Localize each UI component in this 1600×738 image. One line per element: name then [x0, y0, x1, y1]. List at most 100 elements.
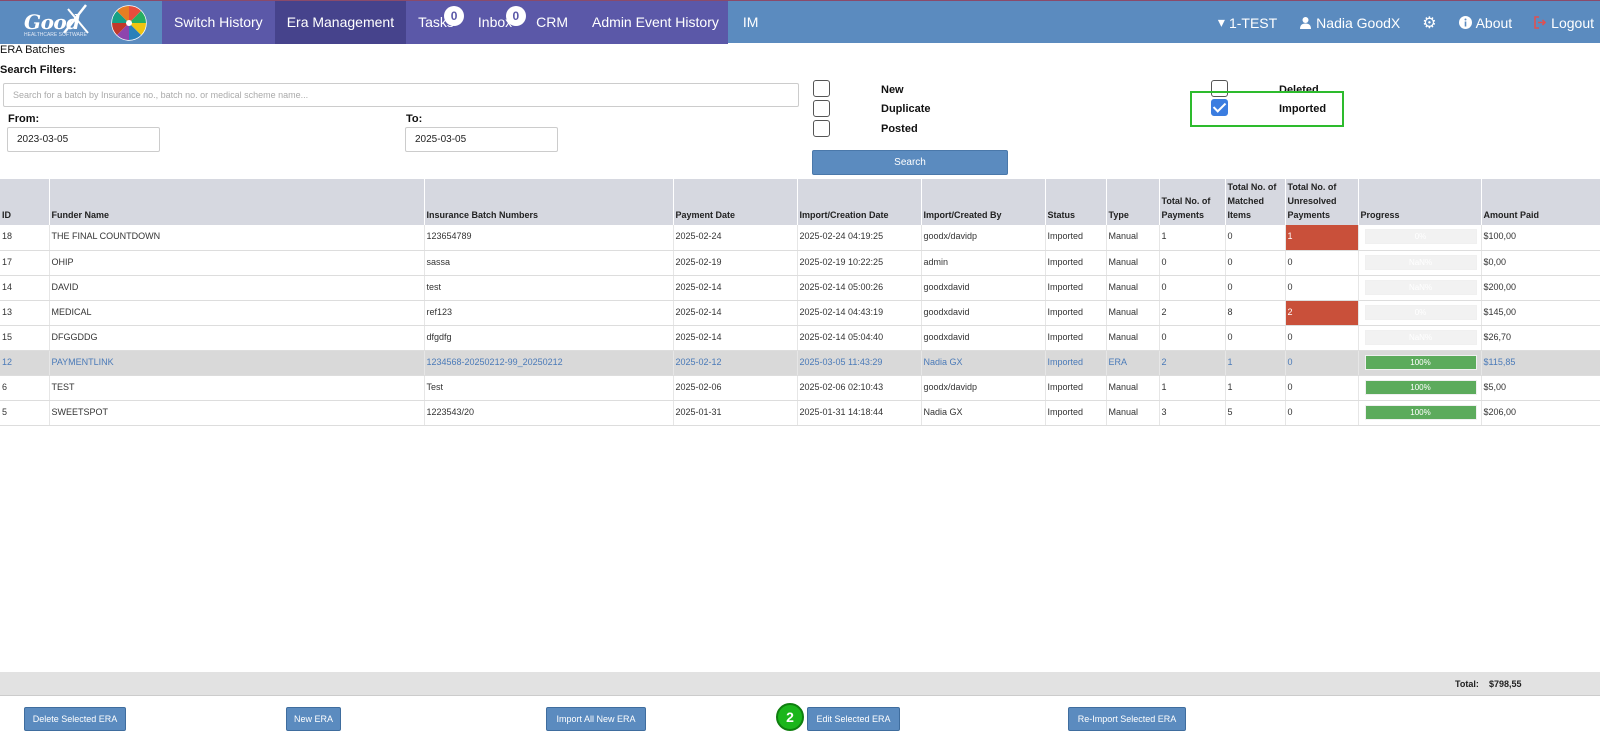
cell-matched: 0: [1225, 275, 1286, 301]
col-header[interactable]: ID: [0, 179, 50, 225]
cell-status: Imported: [1045, 275, 1107, 301]
table-row[interactable]: 12 PAYMENTLINK 1234568-20250212-99_2025021…: [0, 350, 1600, 376]
user-menu[interactable]: Nadia GoodX: [1299, 15, 1400, 31]
cell-created: 2025-02-14 05:04:40: [797, 325, 922, 351]
col-header[interactable]: Insurance Batch Numbers: [424, 179, 674, 225]
cell-matched: 5: [1225, 400, 1286, 426]
about-link[interactable]: About: [1458, 15, 1512, 31]
nav-label: Switch History: [174, 14, 263, 30]
cell-progress: NaN%: [1358, 250, 1482, 276]
gear-icon: ⚙: [1422, 14, 1437, 32]
col-header[interactable]: Import/Created By: [921, 179, 1046, 225]
logout-link[interactable]: Logout: [1534, 15, 1594, 31]
to-label: To:: [406, 113, 423, 125]
nav-inbox[interactable]: Inbox 0: [466, 1, 526, 44]
cell-matched: 0: [1225, 250, 1286, 276]
nav-label: IM: [742, 14, 759, 30]
cell-funder: PAYMENTLINK: [49, 350, 425, 376]
cell-amount: $5,00: [1481, 375, 1600, 401]
cell-progress: 100%: [1358, 400, 1482, 426]
cell-batch: 123654789: [424, 225, 674, 251]
top-navbar: Good HEALTHCARE SOFTWARE Switch History …: [0, 0, 1600, 44]
user-name: Nadia GoodX: [1316, 14, 1401, 31]
cell-unresolved: 0: [1285, 275, 1359, 301]
cell-created: 2025-02-14 04:43:19: [797, 300, 922, 326]
cell-payment-date: 2025-02-06: [673, 375, 798, 401]
progress-bar: 0%: [1364, 304, 1477, 320]
nav-crm[interactable]: CRM: [524, 1, 580, 44]
delete-selected-era-button[interactable]: Delete Selected ERA: [24, 707, 126, 731]
nav-admin-event-history[interactable]: Admin Event History: [580, 1, 731, 44]
col-header[interactable]: Total No. of Matched Items: [1225, 179, 1286, 225]
duplicate-checkbox[interactable]: [813, 100, 830, 117]
info-icon: [1458, 16, 1472, 29]
table-row[interactable]: 17 OHIP sassa 2025-02-19 2025-02-19 10:22:25…: [0, 250, 1600, 276]
col-header[interactable]: Status: [1045, 179, 1107, 225]
cell-id: 14: [0, 275, 50, 301]
progress-label: 100%: [1410, 382, 1431, 392]
table-row[interactable]: 15 DFGGDDG dfgdfg 2025-02-14 2025-02-14 05:0…: [0, 325, 1600, 351]
import-all-new-era-button[interactable]: Import All New ERA: [546, 707, 646, 731]
progress-label: NaN%: [1408, 282, 1433, 292]
new-era-button[interactable]: New ERA: [286, 707, 341, 731]
cell-created-by: Nadia GX: [921, 400, 1046, 426]
table-row[interactable]: 13 MEDICAL ref123 2025-02-14 2025-02-14 04:4…: [0, 300, 1600, 326]
cell-id: 5: [0, 400, 50, 426]
col-header[interactable]: Progress: [1358, 179, 1482, 225]
cell-created-by: admin: [921, 250, 1046, 276]
new-label: New: [881, 84, 904, 96]
posted-label: Posted: [881, 123, 918, 135]
cell-id: 13: [0, 300, 50, 326]
progress-bar: NaN%: [1364, 254, 1477, 270]
posted-checkbox[interactable]: [813, 120, 830, 137]
cell-payment-date: 2025-02-24: [673, 225, 798, 251]
cell-created-by: goodx/davidp: [921, 375, 1046, 401]
batch-search-input[interactable]: [3, 83, 799, 107]
nav-era-management[interactable]: Era Management: [274, 1, 407, 44]
nav-switch-history[interactable]: Switch History: [162, 1, 275, 44]
col-header[interactable]: Payment Date: [673, 179, 798, 225]
col-header[interactable]: Total No. of Payments: [1159, 179, 1226, 225]
table-header-row: ID Funder Name Insurance Batch Numbers P…: [0, 179, 1600, 225]
col-header[interactable]: Total No. of Unresolved Payments: [1285, 179, 1359, 225]
logout-icon: [1534, 16, 1547, 29]
practice-dropdown[interactable]: ▾ 1-TEST: [1218, 14, 1277, 31]
settings-button[interactable]: ⚙: [1422, 13, 1436, 33]
cell-created-by: goodxdavid: [921, 300, 1046, 326]
nav-im[interactable]: IM: [731, 1, 771, 44]
cell-created: 2025-02-19 10:22:25: [797, 250, 922, 276]
nav-tasks[interactable]: Tasks 0: [406, 1, 466, 44]
col-header[interactable]: Import/Creation Date: [797, 179, 922, 225]
cell-status: Imported: [1045, 325, 1107, 351]
cell-matched: 1: [1225, 375, 1286, 401]
color-wheel-icon[interactable]: [110, 4, 148, 42]
col-header[interactable]: Amount Paid: [1481, 179, 1600, 225]
cell-funder: SWEETSPOT: [49, 400, 425, 426]
table-row[interactable]: 14 DAVID test 2025-02-14 2025-02-14 05:00:26…: [0, 275, 1600, 301]
cell-id: 12: [0, 350, 50, 376]
reimport-selected-era-button[interactable]: Re-Import Selected ERA: [1068, 707, 1186, 731]
table-row[interactable]: 6 TEST Test 2025-02-06 2025-02-06 02:10:43 go…: [0, 375, 1600, 401]
edit-selected-era-button[interactable]: Edit Selected ERA: [807, 707, 900, 731]
nav-label: Admin Event History: [592, 14, 719, 30]
progress-bar: 100%: [1364, 404, 1477, 420]
from-date-input[interactable]: 2023-03-05: [7, 127, 160, 152]
cell-unresolved: 0: [1285, 250, 1359, 276]
cell-amount: $0,00: [1481, 250, 1600, 276]
search-button[interactable]: Search: [812, 150, 1008, 175]
cell-matched: 1: [1225, 350, 1286, 376]
cell-progress: 100%: [1358, 375, 1482, 401]
inbox-count-badge: 0: [505, 6, 526, 26]
new-checkbox[interactable]: [813, 80, 830, 97]
user-icon: [1300, 17, 1312, 29]
logo-area[interactable]: Good HEALTHCARE SOFTWARE: [0, 1, 162, 44]
cell-created-by: goodxdavid: [921, 325, 1046, 351]
cell-created: 2025-02-06 02:10:43: [797, 375, 922, 401]
cell-created: 2025-01-31 14:18:44: [797, 400, 922, 426]
table-row[interactable]: 5 SWEETSPOT 1223543/20 2025-01-31 2025-01-31…: [0, 400, 1600, 426]
col-header[interactable]: Funder Name: [49, 179, 425, 225]
to-date-input[interactable]: 2025-03-05: [405, 127, 558, 152]
col-header[interactable]: Type: [1106, 179, 1160, 225]
table-row[interactable]: 18 THE FINAL COUNTDOWN 123654789 2025-02-24…: [0, 225, 1600, 251]
page-title: ERA Batches: [0, 44, 65, 56]
